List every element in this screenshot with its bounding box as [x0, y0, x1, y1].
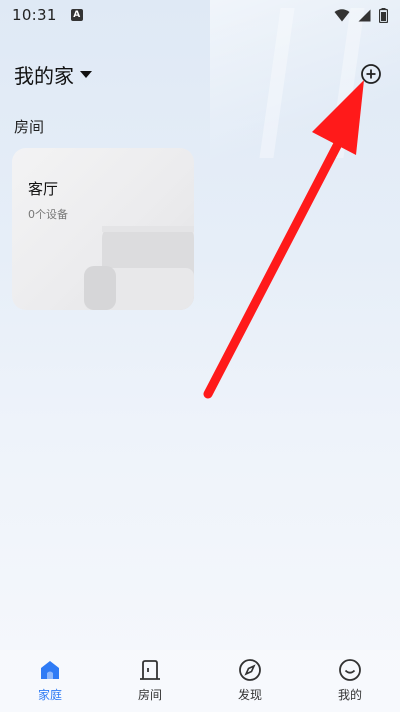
room-card[interactable]: 客厅 0个设备	[12, 148, 194, 310]
nav-label-discover: 发现	[237, 688, 262, 702]
signal-icon	[358, 9, 371, 21]
nav-label-home: 家庭	[37, 688, 62, 702]
status-bar: 10:31 A	[0, 0, 400, 30]
smile-icon	[339, 659, 361, 681]
nav-tab-discover[interactable]: 发现	[200, 650, 300, 712]
nav-tab-home[interactable]: 家庭	[0, 650, 100, 712]
home-icon	[41, 661, 59, 679]
door-icon	[140, 660, 160, 680]
sofa-image	[84, 226, 194, 310]
plus-circle-icon	[361, 64, 381, 84]
home-header: 我的家	[14, 58, 382, 90]
annotation-arrow	[203, 80, 364, 399]
room-device-count: 0个设备	[28, 208, 68, 221]
home-selector[interactable]: 我的家	[14, 60, 74, 89]
nav-label-rooms: 房间	[137, 688, 162, 702]
compass-icon	[239, 659, 261, 681]
nav-label-profile: 我的	[337, 688, 362, 702]
status-time: 10:31	[12, 6, 57, 24]
add-button[interactable]	[360, 63, 382, 85]
battery-icon	[379, 7, 388, 23]
room-name: 客厅	[28, 180, 59, 198]
nav-tab-profile[interactable]: 我的	[300, 650, 400, 712]
nav-tab-rooms[interactable]: 房间	[100, 650, 200, 712]
caret-down-icon[interactable]	[80, 70, 92, 78]
notification-icon: A	[70, 9, 83, 21]
rooms-section-label: 房间	[14, 118, 45, 136]
bottom-navigation: 家庭 房间 发现 我的	[0, 650, 400, 712]
wifi-icon	[334, 8, 350, 21]
